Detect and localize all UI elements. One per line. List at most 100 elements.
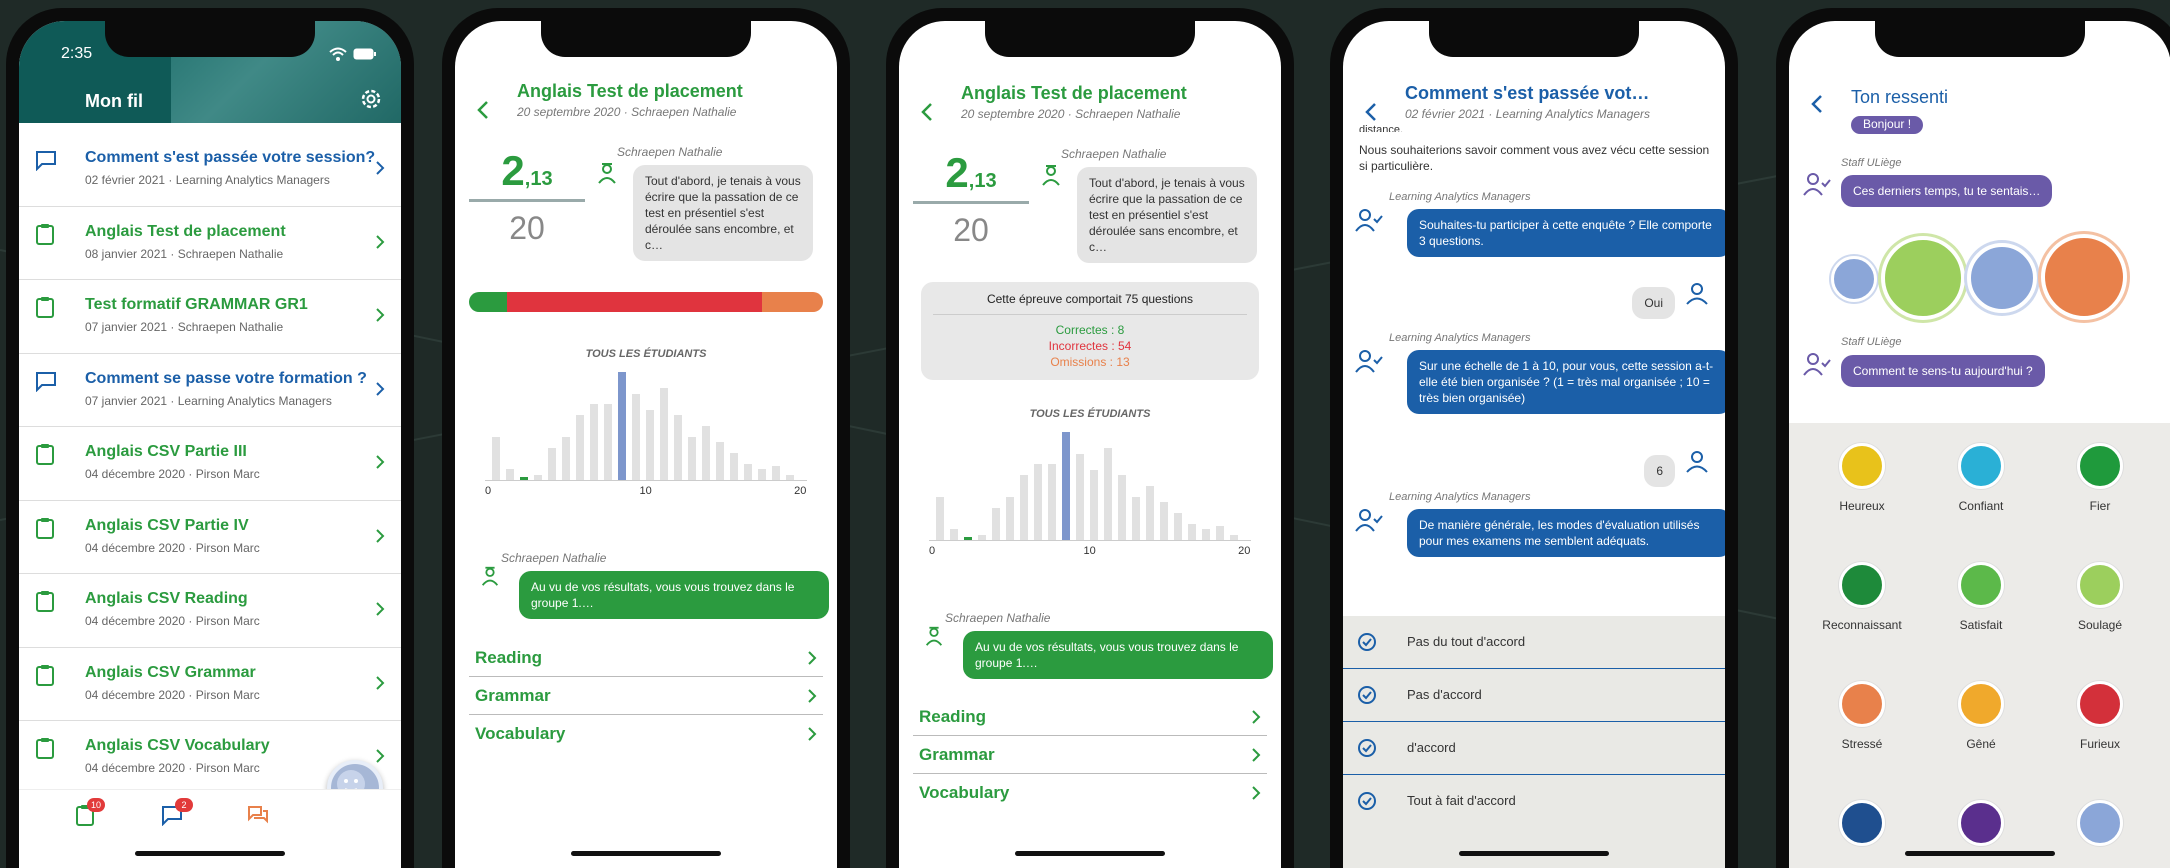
home-indicator [571,851,721,856]
clipboard-icon [36,517,54,539]
histogram-bar [786,474,794,480]
survey-title: Comment s'est passée vot… [1405,83,1650,103]
score-block: 2,13 20 [469,147,585,247]
feed-item-title: Anglais CSV Vocabulary [85,737,270,754]
test-screen: Anglais Test de placement 20 septembre 2… [455,21,837,868]
feed-item-title: Test formatif GRAMMAR GR1 [85,296,308,313]
emotion-option[interactable] [2045,800,2155,856]
back-chevron-icon[interactable] [1359,99,1385,125]
tests-badge: 10 [87,798,105,812]
emotion-option[interactable]: Confiant [1926,443,2036,513]
result-message[interactable]: Schraepen Nathalie Au vu de vos résultat… [479,551,829,619]
feed-item-meta: 07 janvier 2021 · Schraepen Nathalie [85,320,283,334]
sender-name: Learning Analytics Managers [1389,191,1531,203]
feed-item[interactable]: Anglais CSV Reading 04 décembre 2020 · Pi… [19,574,401,648]
emotion-face-icon [1839,800,1885,846]
histogram-bars [485,368,807,481]
chevron-right-icon [808,689,817,703]
feed-screen: 2:35 Mon fil Comment s'est passée votre … [19,21,401,868]
feed-item[interactable]: Comment se passe votre formation ? 07 jan… [19,354,401,427]
score-max: 20 [953,212,989,248]
emotion-option[interactable] [1926,800,2036,856]
user-icon [1686,283,1708,305]
answer-option-2[interactable]: Pas d'accord [1343,669,1725,723]
tutor-message[interactable]: Schraepen Nathalie Tout d'abord, je tena… [1039,147,1279,263]
tutor-name: Schraepen Nathalie [1061,147,1167,161]
feed-item-meta: 04 décembre 2020 · Pirson Marc [85,761,260,775]
emotion-option[interactable]: Heureux [1807,443,1917,513]
answer-option-3[interactable]: d'accord [1343,722,1725,776]
emoji-past-3 [1967,243,2037,313]
feed-item[interactable]: Comment s'est passée votre session? 02 fé… [19,133,401,207]
answer-option-1[interactable]: Pas du tout d'accord [1343,616,1725,670]
home-indicator [135,851,285,856]
link-reading[interactable]: Reading [913,698,1267,736]
tutor-message[interactable]: Schraepen Nathalie Tout d'abord, je tena… [595,145,835,261]
feed-item[interactable]: Anglais CSV Grammar 04 décembre 2020 · Pi… [19,648,401,721]
histogram-bar [978,534,986,540]
link-grammar[interactable]: Grammar [913,736,1267,774]
phone-feed: 2:35 Mon fil Comment s'est passée votre … [6,8,414,868]
chevron-right-icon [808,651,817,665]
feed-item[interactable]: Anglais CSV Partie IV 04 décembre 2020 · … [19,501,401,574]
emotion-option[interactable]: Gêné [1926,681,2036,751]
check-circle-icon [1358,792,1376,810]
chevron-right-icon [376,308,385,322]
test-title: Anglais Test de placement [961,83,1187,103]
score-integer: 2 [945,149,969,196]
test-header: Anglais Test de placement 20 septembre 2… [455,77,837,147]
home-indicator [1459,851,1609,856]
histogram-bar [590,404,598,480]
emotion-option[interactable]: Satisfait [1926,562,2036,632]
histogram-tick-label: 10 [1083,545,1096,557]
emotion-option[interactable]: Reconnaissant [1807,562,1917,632]
progress-incorrect [506,292,762,312]
feed-item-meta: 04 décembre 2020 · Pirson Marc [85,467,260,481]
histogram-bar [534,474,542,480]
survey-header: Comment s'est passée vot… 02 février 202… [1343,79,1725,149]
tab-tests[interactable]: 10 [75,798,105,831]
chevron-right-icon [808,727,817,741]
tab-messages[interactable]: 2 [161,798,193,831]
teacher-icon [925,626,943,646]
histogram-bar [1090,469,1098,540]
emotion-option[interactable] [1807,800,1917,856]
stat-omitted: Omissions : 13 [1050,355,1130,369]
back-chevron-icon[interactable] [471,97,497,123]
staff-user-icon [1803,173,1831,196]
score-decimal: ,13 [968,170,997,192]
link-grammar[interactable]: Grammar [469,677,823,715]
wifi-icon [329,47,347,61]
feed-item-author: Pirson Marc [195,761,260,775]
histogram-bar [702,426,710,480]
feed-item[interactable]: Anglais CSV Partie III 04 décembre 2020 ·… [19,427,401,501]
feed-item[interactable]: Anglais Test de placement 08 janvier 2021… [19,207,401,280]
link-vocabulary[interactable]: Vocabulary [469,715,823,752]
notch [1875,21,2085,57]
tab-forum[interactable] [247,804,269,831]
emotion-option[interactable]: Soulagé [2045,562,2155,632]
emotion-option[interactable]: Stressé [1807,681,1917,751]
link-label: Vocabulary [475,724,566,743]
back-chevron-icon[interactable] [1805,91,1831,117]
stat-incorrect: Incorrectes : 54 [1048,339,1132,353]
feed-item-author: Pirson Marc [195,540,260,555]
emotion-face-icon [2077,443,2123,489]
result-message[interactable]: Schraepen Nathalie Au vu de vos résultat… [923,611,1273,679]
gear-icon[interactable] [359,87,383,111]
histogram-bar [674,415,682,480]
tutor-bubble: Tout d'abord, je tenais à vous écrire qu… [1077,167,1257,263]
tutor-bubble: Tout d'abord, je tenais à vous écrire qu… [633,165,813,261]
emotion-option[interactable]: Furieux [2045,681,2155,751]
histogram-caption: TOUS LES ÉTUDIANTS [585,348,707,360]
link-vocabulary[interactable]: Vocabulary [913,774,1267,811]
link-reading[interactable]: Reading [469,639,823,677]
feed-item-title: Anglais CSV Grammar [85,663,256,681]
result-sender: Schraepen Nathalie [501,551,607,565]
clipboard-icon [36,297,54,318]
teacher-icon [598,163,616,184]
feed-item-title: Anglais CSV Partie IV [85,516,249,534]
emotion-option[interactable]: Fier [2045,443,2155,513]
feed-item[interactable]: Test formatif GRAMMAR GR1 07 janvier 2021… [19,280,401,354]
back-chevron-icon[interactable] [915,99,941,125]
